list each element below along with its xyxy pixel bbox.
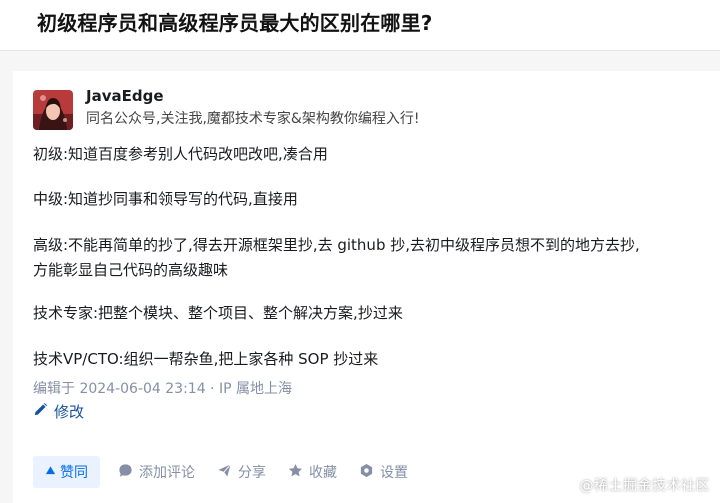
- star-icon: [288, 463, 303, 482]
- edit-timestamp[interactable]: 编辑于 2024-06-04 23:14 · IP 属地上海: [33, 378, 292, 398]
- answer-paragraph: 方能彰显自己代码的高级趣味: [33, 261, 229, 279]
- settings-button[interactable]: 设置: [359, 462, 408, 482]
- settings-label: 设置: [380, 465, 408, 481]
- answer-paragraph: 中级:知道抄同事和领导写的代码,直接用: [33, 190, 298, 208]
- watermark: @稀土掘金技术社区: [579, 478, 710, 494]
- answer-paragraph: 高级:不能再简单的抄了,得去开源框架里抄,去 github 抄,去初中级程序员想…: [33, 236, 640, 254]
- answer-paragraph: 技术VP/CTO:组织一帮杂鱼,把上家各种 SOP 抄过来: [33, 350, 379, 368]
- answer-card: JavaEdge 同名公众号,关注我,魔都技术专家&架构教你编程入行! 初级:知…: [13, 71, 720, 503]
- edit-button[interactable]: 修改: [33, 401, 84, 422]
- comment-icon: [118, 463, 133, 482]
- gear-icon: [359, 463, 374, 482]
- answer-paragraph: 初级:知道百度参考别人代码改吧改吧,凑合用: [33, 145, 328, 163]
- add-comment-button[interactable]: 添加评论: [118, 462, 195, 482]
- comment-label: 添加评论: [139, 465, 195, 481]
- favorite-button[interactable]: 收藏: [288, 462, 337, 482]
- question-title[interactable]: 初级程序员和高级程序员最大的区别在哪里?: [37, 7, 433, 36]
- share-button[interactable]: 分享: [217, 462, 266, 482]
- question-header: 初级程序员和高级程序员最大的区别在哪里?: [0, 0, 720, 51]
- favorite-label: 收藏: [309, 465, 337, 481]
- triangle-up-icon: [45, 464, 56, 480]
- answer-paragraph: 技术专家:把整个模块、整个项目、整个解决方案,抄过来: [33, 304, 403, 322]
- pencil-icon: [33, 402, 48, 421]
- share-icon: [217, 463, 232, 482]
- upvote-button[interactable]: 赞同: [33, 456, 100, 488]
- avatar[interactable]: [33, 90, 73, 130]
- edit-label: 修改: [54, 403, 85, 421]
- share-label: 分享: [238, 465, 266, 481]
- upvote-label: 赞同: [60, 465, 88, 481]
- action-bar: 赞同 添加评论 分享 收藏 设置: [33, 455, 408, 489]
- author-bio: 同名公众号,关注我,魔都技术专家&架构教你编程入行!: [86, 111, 420, 127]
- author-name[interactable]: JavaEdge: [86, 87, 164, 105]
